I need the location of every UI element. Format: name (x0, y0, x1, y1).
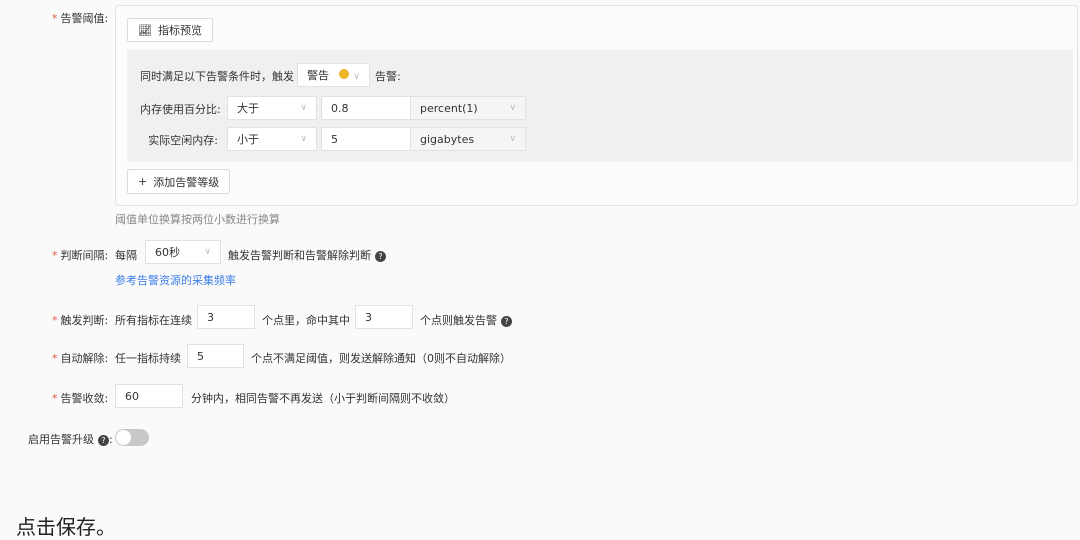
operator-select[interactable]: 大于 ∨ (227, 96, 317, 120)
trigger-points-input[interactable]: 3 (197, 305, 255, 329)
interval-select[interactable]: 60秒 ∨ (145, 240, 221, 264)
chevron-down-icon: ∨ (204, 247, 211, 257)
threshold-value-input[interactable]: 0.8 (321, 96, 411, 120)
trigger-suffix: 个点则触发告警? (420, 312, 512, 328)
operator-select[interactable]: 小于 ∨ (227, 127, 317, 151)
alert-level-select[interactable]: 警告 ∨ (297, 63, 370, 87)
collection-frequency-link[interactable]: 参考告警资源的采集频率 (115, 272, 236, 288)
warning-icon (339, 68, 350, 79)
threshold-label: * 告警阈值: (52, 12, 109, 25)
trigger-label: * 触发判断: (52, 314, 109, 327)
line-chart-icon: 📈︎ (138, 23, 152, 37)
help-icon[interactable]: ? (98, 434, 109, 446)
escalation-toggle[interactable] (115, 429, 149, 446)
threshold-value-input[interactable]: 5 (321, 127, 411, 151)
toggle-knob (116, 430, 131, 445)
trigger-middle: 个点里，命中其中 (262, 314, 350, 327)
interval-prefix: 每隔 (115, 249, 137, 262)
metric-label: 内存使用百分比: (140, 103, 221, 116)
interval-label: * 判断间隔: (52, 249, 109, 262)
threshold-hint: 阈值单位换算按两位小数进行换算 (115, 213, 280, 226)
unit-select[interactable]: gigabytes ∨ (410, 127, 526, 151)
save-instruction: 点击保存。 (16, 515, 116, 539)
escalation-label: 启用告警升级?: (28, 433, 113, 446)
chevron-down-icon: ∨ (300, 134, 307, 144)
help-icon[interactable]: ? (501, 315, 512, 327)
chevron-down-icon: ∨ (353, 71, 360, 82)
auto-resolve-input[interactable]: 5 (187, 344, 244, 368)
converge-input[interactable]: 60 (115, 384, 183, 408)
metric-preview-button[interactable]: 📈︎ 指标预览 (127, 18, 213, 42)
chevron-down-icon: ∨ (509, 103, 516, 113)
chevron-down-icon: ∨ (300, 103, 307, 113)
converge-label: * 告警收敛: (52, 392, 109, 405)
auto-resolve-prefix: 任一指标持续 (115, 352, 181, 365)
auto-resolve-label: * 自动解除: (52, 352, 109, 365)
converge-suffix: 分钟内，相同告警不再发送（小于判断间隔则不收敛） (191, 392, 455, 405)
help-icon[interactable]: ? (375, 250, 386, 262)
auto-resolve-suffix: 个点不满足阈值，则发送解除通知（0则不自动解除） (251, 352, 511, 365)
trigger-hits-input[interactable]: 3 (355, 305, 413, 329)
metric-label: 实际空闲内存: (148, 134, 218, 147)
unit-select[interactable]: percent(1) ∨ (410, 96, 526, 120)
add-alert-level-button[interactable]: + 添加告警等级 (127, 169, 231, 194)
interval-suffix: 触发告警判断和告警解除判断? (228, 247, 386, 263)
plus-icon: + (138, 175, 148, 188)
chevron-down-icon: ∨ (509, 134, 516, 144)
trigger-prefix: 所有指标在连续 (115, 314, 192, 327)
condition-prefix: 同时满足以下告警条件时，触发 (140, 70, 294, 83)
condition-suffix: 告警: (375, 70, 401, 83)
